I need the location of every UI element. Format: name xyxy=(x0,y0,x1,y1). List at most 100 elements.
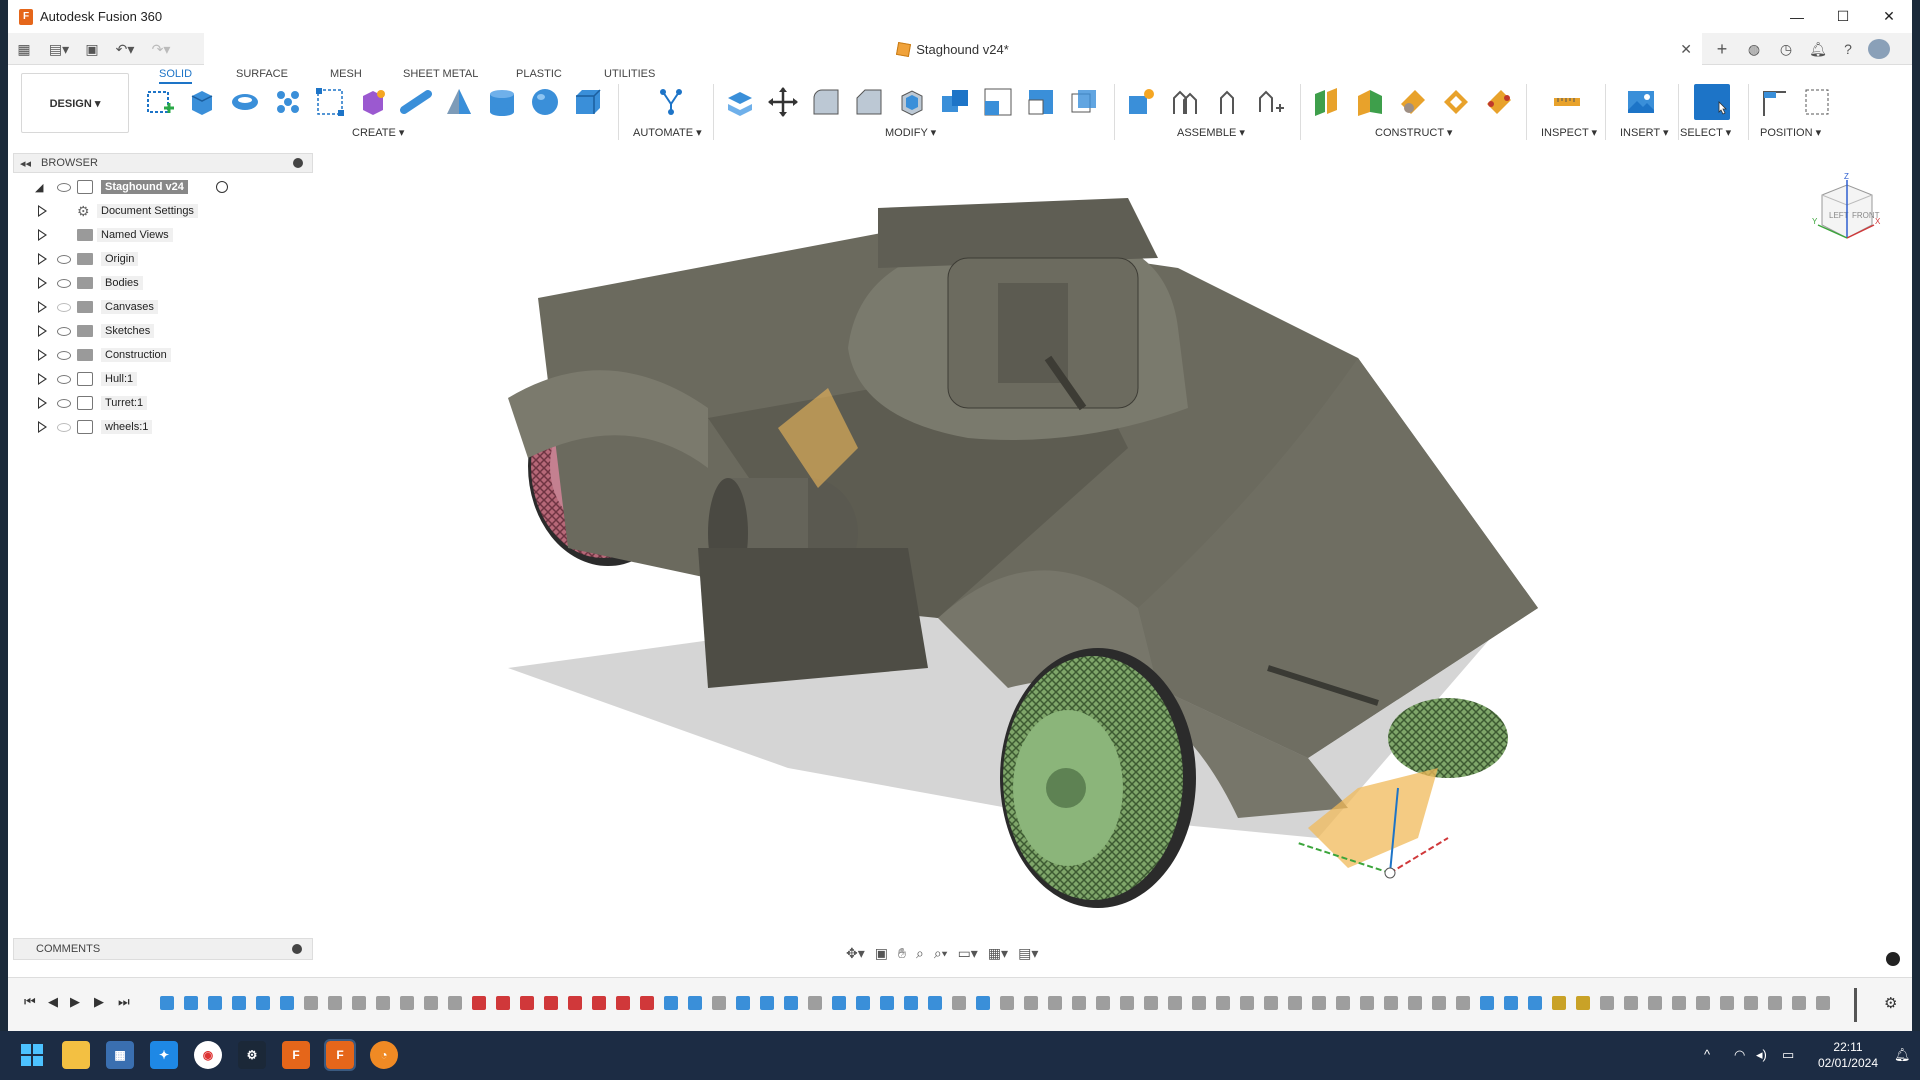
cylinder-icon[interactable] xyxy=(486,86,518,118)
comments-panel[interactable]: COMMENTS xyxy=(13,938,313,960)
app-launcher-icon[interactable]: ✦ xyxy=(150,1041,178,1069)
timeline-feature[interactable] xyxy=(448,996,462,1010)
timeline-feature[interactable] xyxy=(1336,996,1350,1010)
plane-through-points-icon[interactable] xyxy=(1483,86,1515,118)
box-icon[interactable] xyxy=(572,86,604,118)
viewcube[interactable]: LEFT FRONT Z X Y xyxy=(1802,170,1882,250)
close-tab-icon[interactable]: ✕ xyxy=(1680,41,1692,58)
timeline-settings-icon[interactable]: ⚙ xyxy=(1884,994,1897,1012)
expand-arrow-icon[interactable] xyxy=(38,253,47,265)
browser-item[interactable]: Origin xyxy=(13,247,313,271)
expand-arrow-icon[interactable] xyxy=(38,397,47,409)
insert-canvas-icon[interactable] xyxy=(1625,86,1657,118)
timeline-marker[interactable] xyxy=(1854,988,1857,1022)
automate-icon[interactable] xyxy=(655,86,687,118)
assemble-group-label[interactable]: ASSEMBLE ▾ xyxy=(1177,126,1245,139)
browser-item[interactable]: Bodies xyxy=(13,271,313,295)
revert-position-icon[interactable] xyxy=(1802,86,1834,118)
expand-arrow-icon[interactable] xyxy=(38,373,47,385)
timeline-feature[interactable] xyxy=(712,996,726,1010)
timeline-feature[interactable] xyxy=(1408,996,1422,1010)
browser-root[interactable]: ◢ Staghound v24 xyxy=(13,175,313,199)
fusion-active-taskbar-icon[interactable]: F xyxy=(324,1039,356,1071)
timeline-feature[interactable] xyxy=(232,996,246,1010)
zoom-icon[interactable]: ⌕ xyxy=(916,945,924,965)
file-menu-icon[interactable]: ▤▾ xyxy=(44,39,74,59)
replace-face-icon[interactable] xyxy=(1025,86,1057,118)
eye-icon[interactable] xyxy=(57,182,71,192)
browser-item[interactable]: wheels:1 xyxy=(13,415,313,439)
orbit-icon[interactable]: ✥▾ xyxy=(846,945,865,965)
timeline-feature[interactable] xyxy=(328,996,342,1010)
timeline-feature[interactable] xyxy=(1144,996,1158,1010)
measure-icon[interactable] xyxy=(1551,86,1583,118)
battery-icon[interactable]: ▭ xyxy=(1782,1047,1794,1063)
timeline-feature[interactable] xyxy=(1648,996,1662,1010)
create-sketch-icon[interactable] xyxy=(144,86,176,118)
notifications-icon[interactable]: 🔔︎ xyxy=(1808,39,1828,59)
plane-at-angle-icon[interactable] xyxy=(1354,86,1386,118)
eye-icon[interactable] xyxy=(57,350,71,360)
steam-icon[interactable]: ⚙ xyxy=(238,1041,266,1069)
capture-position-icon[interactable] xyxy=(1760,86,1792,118)
wifi-icon[interactable]: ◠ xyxy=(1734,1047,1745,1063)
timeline-feature[interactable] xyxy=(1768,996,1782,1010)
timeline-feature[interactable] xyxy=(280,996,294,1010)
timeline-feature[interactable] xyxy=(256,996,270,1010)
timeline-feature[interactable] xyxy=(1360,996,1374,1010)
timeline-feature[interactable] xyxy=(376,996,390,1010)
press-pull-icon[interactable] xyxy=(724,86,756,118)
look-at-icon[interactable]: ▣ xyxy=(875,945,888,965)
timeline-feature[interactable] xyxy=(568,996,582,1010)
eye-icon[interactable] xyxy=(57,278,71,288)
minimize-button[interactable]: — xyxy=(1774,0,1820,33)
timeline-feature[interactable] xyxy=(760,996,774,1010)
timeline-feature[interactable] xyxy=(208,996,222,1010)
form-icon[interactable] xyxy=(357,86,389,118)
offset-plane-icon[interactable] xyxy=(1311,86,1343,118)
timeline-start-icon[interactable]: ⏮ xyxy=(24,994,36,1010)
pipe-icon[interactable] xyxy=(400,86,432,118)
tab-surface[interactable]: SURFACE xyxy=(236,68,288,84)
volume-icon[interactable]: ◂) xyxy=(1756,1047,1767,1063)
inspect-group-label[interactable]: INSPECT ▾ xyxy=(1541,126,1597,139)
timeline-feature[interactable] xyxy=(1384,996,1398,1010)
timeline-next-icon[interactable]: ▶ xyxy=(94,994,104,1010)
create-group-label[interactable]: CREATE ▾ xyxy=(352,126,404,139)
revolve-icon[interactable] xyxy=(229,86,261,118)
timeline-feature[interactable] xyxy=(1600,996,1614,1010)
notification-bell-icon[interactable]: 🔔︎ xyxy=(1894,1047,1911,1063)
timeline-feature[interactable] xyxy=(904,996,918,1010)
joint-origin-icon[interactable] xyxy=(1254,86,1286,118)
timeline-feature[interactable] xyxy=(520,996,534,1010)
timeline-feature[interactable] xyxy=(1024,996,1038,1010)
timeline-feature[interactable] xyxy=(1096,996,1110,1010)
grid-settings-icon[interactable]: ▦▾ xyxy=(988,945,1008,965)
apps-grid-icon[interactable]: ▦ xyxy=(14,39,34,59)
tangent-plane-icon[interactable] xyxy=(1397,86,1429,118)
timeline-feature[interactable] xyxy=(1216,996,1230,1010)
timeline-feature[interactable] xyxy=(1624,996,1638,1010)
timeline-feature[interactable] xyxy=(1576,996,1590,1010)
timeline-feature[interactable] xyxy=(400,996,414,1010)
timeline-feature[interactable] xyxy=(928,996,942,1010)
timeline-feature[interactable] xyxy=(1312,996,1326,1010)
expand-arrow-icon[interactable] xyxy=(38,277,47,289)
joint-icon[interactable] xyxy=(1168,86,1200,118)
expand-arrow-icon[interactable] xyxy=(38,205,47,217)
browser-item[interactable]: Sketches xyxy=(13,319,313,343)
blender-icon[interactable]: ◔ xyxy=(370,1041,398,1069)
timeline-feature[interactable] xyxy=(1744,996,1758,1010)
extensions-icon[interactable]: ◍ xyxy=(1744,39,1764,59)
tab-solid[interactable]: SOLID xyxy=(159,68,193,84)
eye-icon[interactable] xyxy=(57,254,71,264)
timeline-feature[interactable] xyxy=(736,996,750,1010)
fusion-taskbar-icon[interactable]: F xyxy=(282,1041,310,1069)
timeline-feature[interactable] xyxy=(424,996,438,1010)
timeline-feature[interactable] xyxy=(496,996,510,1010)
user-avatar[interactable] xyxy=(1868,39,1890,59)
browser-item[interactable]: Hull:1 xyxy=(13,367,313,391)
workspace-switcher[interactable]: DESIGN ▾ xyxy=(21,73,129,133)
eye-icon[interactable] xyxy=(57,398,71,408)
timeline-feature[interactable] xyxy=(472,996,486,1010)
